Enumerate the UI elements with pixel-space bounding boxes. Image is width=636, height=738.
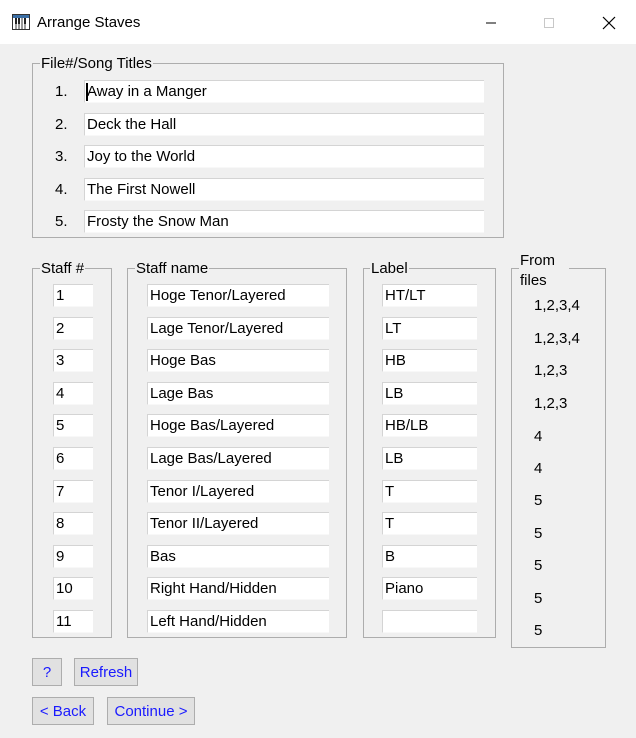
staff-name-field[interactable]: Right Hand/Hidden (147, 577, 329, 601)
staff-name-field[interactable]: Tenor I/Layered (147, 479, 329, 503)
from-files-value: 4 (534, 428, 543, 445)
from-files-value: 5 (534, 525, 543, 542)
staff-name-field[interactable]: Hoge Bas (147, 349, 329, 373)
song-title-field[interactable]: Frosty the Snow Man (84, 210, 484, 233)
back-button[interactable]: < Back (32, 697, 94, 725)
staff-name-field[interactable]: Bas (147, 544, 329, 568)
staff-name-field[interactable]: Lage Bas/Layered (147, 447, 329, 470)
song-number: 2. (55, 115, 68, 133)
staff-label-field[interactable]: LB (382, 381, 477, 405)
song-title-field[interactable]: Joy to the World (84, 145, 484, 168)
minimize-button[interactable] (468, 8, 514, 38)
maximize-button[interactable] (526, 8, 572, 38)
song-title-field[interactable]: Away in a Manger (84, 80, 484, 103)
song-title-field[interactable]: Deck the Hall (84, 112, 484, 136)
staff-label-field[interactable]: HT/LT (382, 284, 477, 307)
staff-number-field[interactable]: 3 (53, 349, 93, 373)
staff-label-field[interactable]: HB (382, 349, 477, 373)
from-files-value: 1,2,3 (534, 362, 568, 379)
staff-name-field[interactable]: Hoge Bas/Layered (147, 414, 329, 438)
maximize-icon (544, 18, 554, 28)
from-files-value: 1,2,3,4 (534, 330, 580, 347)
from-files-value: 5 (534, 557, 543, 574)
from-files-legend: From files (519, 251, 569, 291)
staff-name-field[interactable]: Lage Bas (147, 381, 329, 405)
staff-name-field[interactable]: Left Hand/Hidden (147, 610, 329, 633)
help-button[interactable]: ? (32, 658, 62, 686)
staff-name-field[interactable]: Lage Tenor/Layered (147, 316, 329, 340)
song-number: 3. (55, 148, 68, 165)
staff-name-field[interactable]: Tenor II/Layered (147, 512, 329, 536)
from-files-value: 1,2,3,4 (534, 297, 580, 314)
staff-name-legend: Staff name (135, 260, 210, 277)
song-number: 4. (55, 180, 68, 198)
close-icon (602, 16, 616, 30)
staff-label-field[interactable]: B (382, 544, 477, 568)
song-number: 1. (55, 83, 68, 100)
staff-number-field[interactable]: 4 (53, 381, 93, 405)
window-title: Arrange Staves (37, 14, 141, 31)
staff-number-field[interactable]: 9 (53, 544, 93, 568)
song-title-field[interactable]: The First Nowell (84, 177, 484, 201)
from-files-value: 5 (534, 590, 543, 607)
song-number: 5. (55, 213, 68, 230)
staff-number-field[interactable]: 2 (53, 316, 93, 340)
from-files-group (511, 268, 606, 648)
staff-number-legend: Staff # (40, 260, 86, 277)
continue-button[interactable]: Continue > (107, 697, 195, 725)
title-bar: Arrange Staves (0, 0, 636, 44)
label-legend: Label (370, 260, 409, 277)
piano-keys-icon (12, 14, 30, 30)
staff-number-field[interactable]: 8 (53, 512, 93, 536)
text-caret (86, 83, 88, 101)
from-files-value: 4 (534, 460, 543, 477)
staff-number-field[interactable]: 7 (53, 479, 93, 503)
staff-label-field[interactable]: T (382, 479, 477, 503)
staff-label-field[interactable] (382, 610, 477, 633)
staff-label-field[interactable]: T (382, 512, 477, 536)
staff-number-field[interactable]: 5 (53, 414, 93, 438)
from-files-value: 5 (534, 622, 543, 639)
minimize-icon (486, 22, 496, 24)
refresh-button[interactable]: Refresh (74, 658, 138, 686)
from-files-value: 5 (534, 492, 543, 509)
song-titles-legend: File#/Song Titles (40, 55, 153, 72)
staff-name-field[interactable]: Hoge Tenor/Layered (147, 284, 329, 307)
close-button[interactable] (586, 8, 632, 38)
staff-number-field[interactable]: 11 (53, 610, 93, 633)
staff-label-field[interactable]: Piano (382, 577, 477, 601)
staff-number-field[interactable]: 6 (53, 447, 93, 470)
from-files-value: 1,2,3 (534, 395, 568, 412)
staff-number-field[interactable]: 10 (53, 577, 93, 601)
staff-label-field[interactable]: LT (382, 316, 477, 340)
staff-label-field[interactable]: HB/LB (382, 414, 477, 438)
staff-number-field[interactable]: 1 (53, 284, 93, 307)
staff-label-field[interactable]: LB (382, 447, 477, 470)
